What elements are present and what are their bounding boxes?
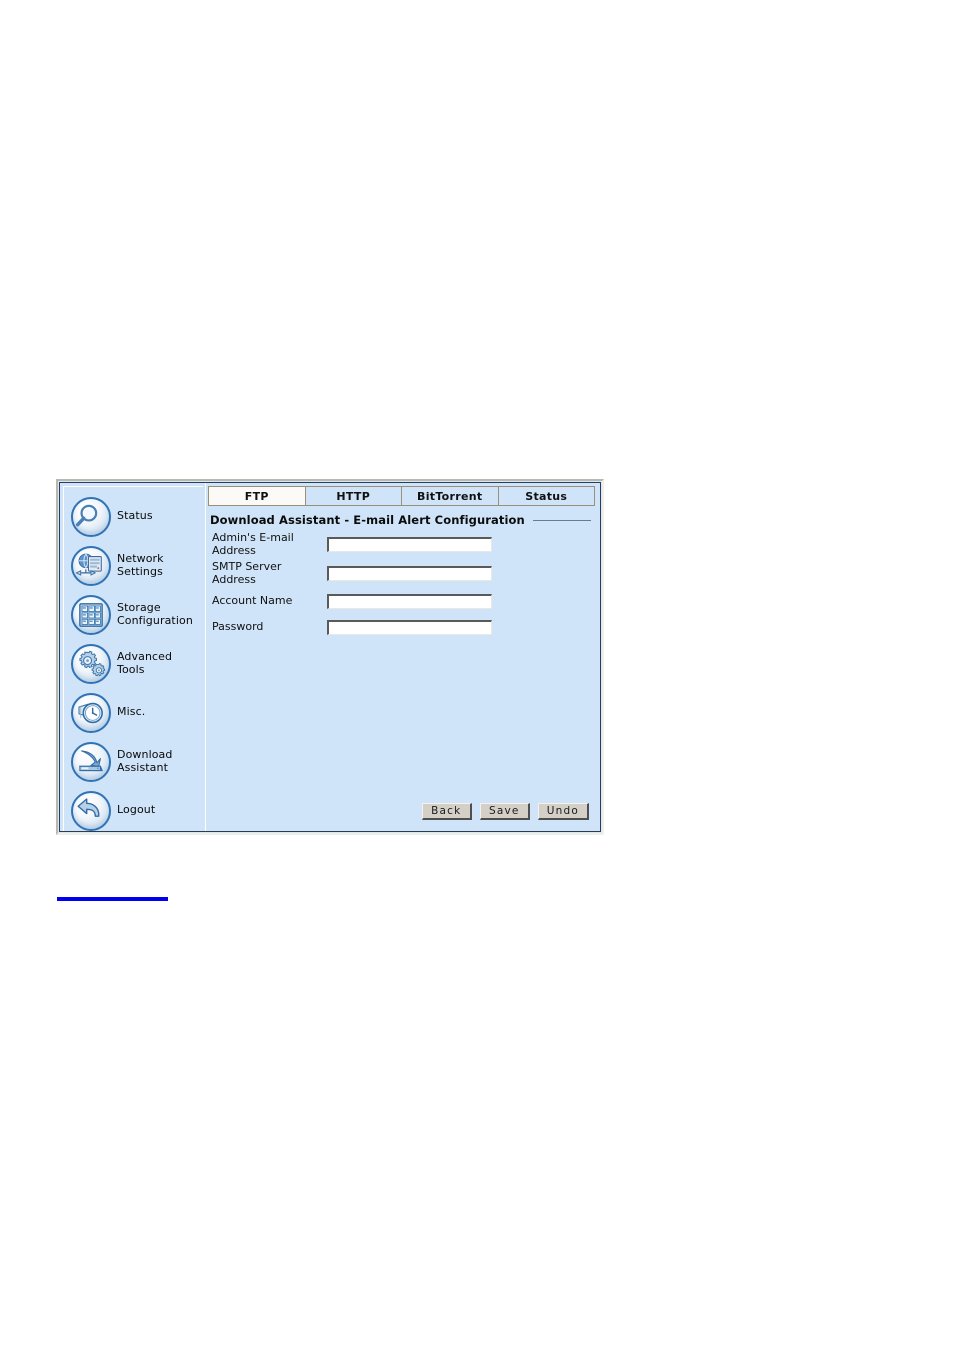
sidebar-item-logout[interactable]: Logout (60, 786, 205, 831)
password-label: Password (212, 619, 264, 633)
title-divider (532, 519, 591, 521)
ui-window-inner: Status Network Settings Storage Configur… (59, 482, 601, 832)
sidebar-item-download-assistant[interactable]: Download Assistant (60, 737, 205, 786)
sidebar-nav: Status Network Settings Storage Configur… (60, 483, 206, 831)
tab-http[interactable]: HTTP (304, 486, 401, 506)
account-name-field[interactable] (327, 593, 492, 609)
sidebar-item-label: Logout (117, 803, 156, 817)
admin-web-ui-window: Status Network Settings Storage Configur… (56, 479, 604, 835)
blue-horizontal-rule (57, 897, 168, 901)
sidebar-item-label: Download Assistant (117, 748, 173, 774)
sidebar-item-label: Misc. (117, 705, 146, 719)
sidebar-item-label: Status (117, 509, 153, 523)
clock-icon (70, 692, 112, 734)
sidebar-item-status[interactable]: Status (60, 492, 205, 541)
content-area: FTP HTTP BitTorrent Status Download Assi… (206, 483, 600, 831)
smtp-server-label: SMTP Server Address (212, 560, 282, 586)
account-name-label: Account Name (212, 593, 293, 607)
sidebar-item-label: Storage Configuration (117, 601, 193, 627)
tab-bar: FTP HTTP BitTorrent Status (208, 486, 595, 506)
admin-email-field[interactable] (327, 537, 492, 552)
sidebar-item-network-settings[interactable]: Network Settings (60, 541, 205, 590)
back-button[interactable]: Back (421, 803, 472, 820)
form-row-smtp-server: SMTP Server Address (212, 560, 595, 586)
form-action-bar: Back Save Undo (421, 803, 589, 820)
page-title: Download Assistant - E-mail Alert Config… (210, 513, 525, 527)
back-arrow-icon (70, 790, 112, 832)
password-field[interactable] (327, 619, 492, 635)
download-tray-icon (70, 741, 112, 783)
save-button[interactable]: Save (479, 803, 530, 820)
tab-bittorrent[interactable]: BitTorrent (401, 486, 498, 506)
admin-email-label: Admin's E-mail Address (212, 531, 294, 557)
gears-icon (70, 643, 112, 685)
smtp-server-field[interactable] (327, 566, 492, 581)
network-globe-server-icon (70, 545, 112, 587)
sidebar-item-storage-configuration[interactable]: Storage Configuration (60, 590, 205, 639)
tab-ftp[interactable]: FTP (208, 486, 305, 506)
sidebar-item-advanced-tools[interactable]: Advanced Tools (60, 639, 205, 688)
tab-status[interactable]: Status (497, 486, 595, 506)
sidebar-item-misc[interactable]: Misc. (60, 688, 205, 737)
form-row-admin-email: Admin's E-mail Address (212, 531, 595, 557)
form-row-account-name: Account Name (212, 590, 595, 612)
form-row-password: Password (212, 616, 595, 638)
disk-grid-icon (70, 594, 112, 636)
email-alert-form: Admin's E-mail Address SMTP Server Addre… (212, 531, 595, 638)
section-header: Download Assistant - E-mail Alert Config… (210, 513, 595, 527)
magnifier-icon (70, 496, 112, 538)
undo-button[interactable]: Undo (537, 803, 589, 820)
sidebar-item-label: Network Settings (117, 552, 164, 578)
sidebar-item-label: Advanced Tools (117, 650, 173, 676)
